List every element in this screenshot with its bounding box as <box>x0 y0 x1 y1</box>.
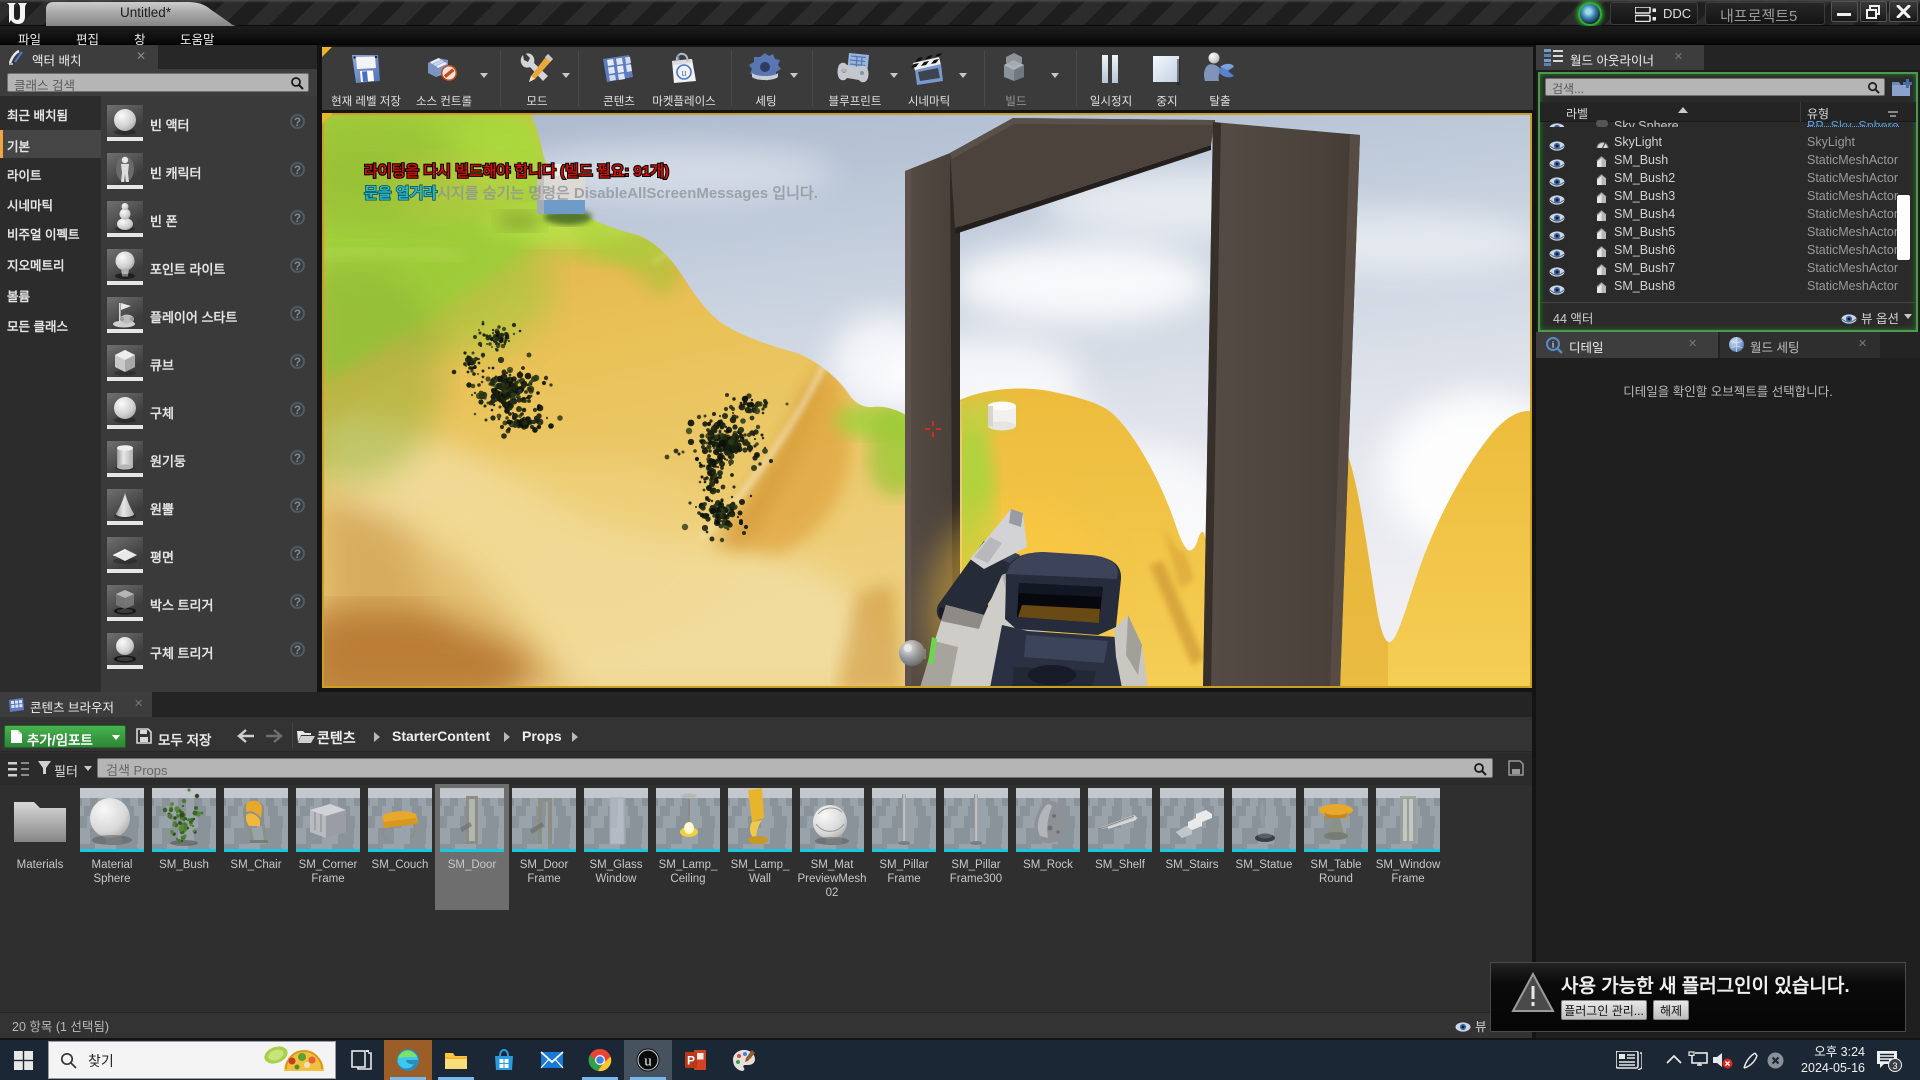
svg-text:P: P <box>687 1054 695 1068</box>
svg-text:u: u <box>682 68 687 79</box>
svg-text:u: u <box>644 1054 652 1070</box>
svg-text:i: i <box>1552 340 1555 350</box>
svg-text:3: 3 <box>1892 1061 1897 1071</box>
